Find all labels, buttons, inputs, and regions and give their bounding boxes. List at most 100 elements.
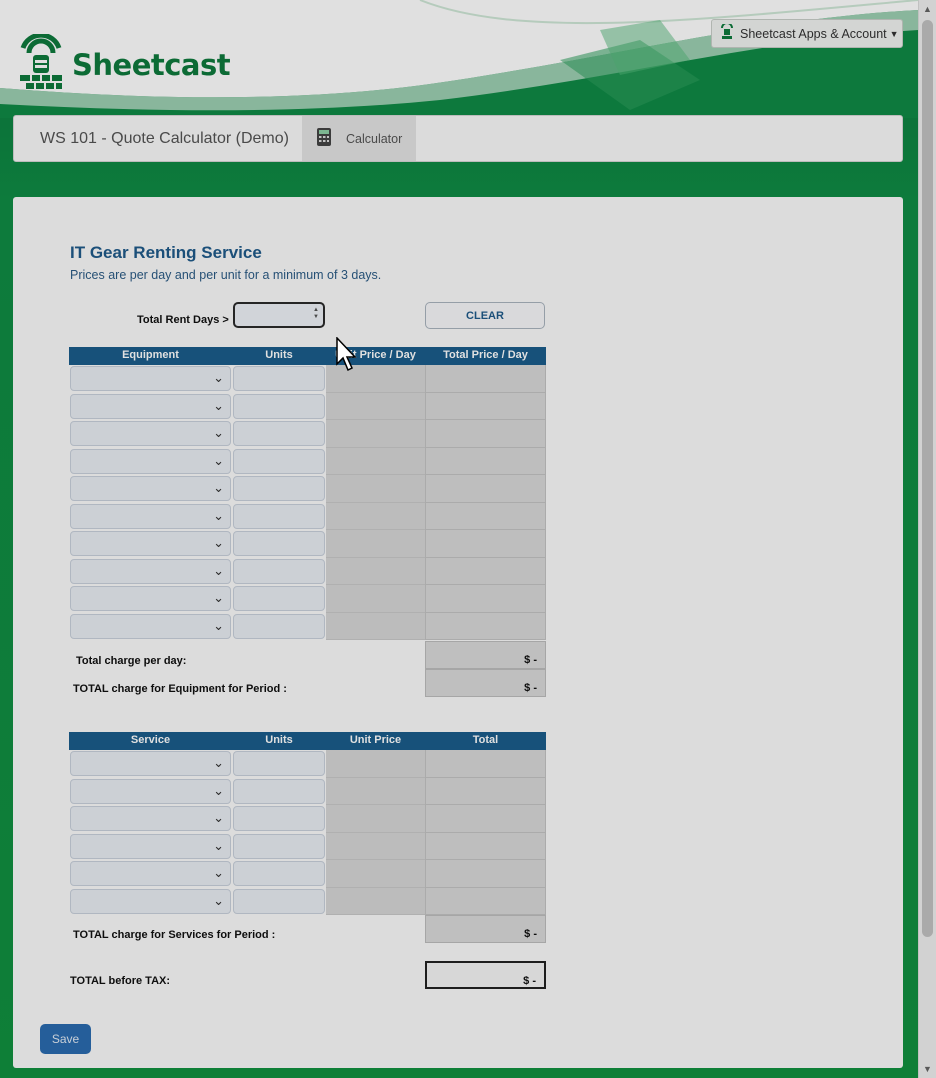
app-navbar: WS 101 - Quote Calculator (Demo) Calcula… — [13, 115, 903, 162]
service-unit-price-cell — [326, 860, 425, 888]
service-select[interactable]: ⌄ — [70, 751, 231, 776]
equipment-total-cell — [425, 475, 546, 503]
chevron-down-icon[interactable]: ⌄ — [213, 590, 224, 606]
services-period-label: TOTAL charge for Services for Period : — [73, 929, 276, 941]
equipment-units-input[interactable] — [233, 586, 325, 611]
equipment-select[interactable]: ⌄ — [70, 393, 231, 419]
equipment-unit-price-cell — [326, 502, 425, 530]
chevron-down-icon[interactable]: ⌄ — [213, 618, 224, 634]
col-service: Service — [130, 734, 171, 746]
total-before-tax-value: $ - — [425, 961, 546, 989]
equipment-row: ⌄ — [69, 392, 546, 420]
chevron-down-icon[interactable]: ⌄ — [213, 508, 224, 524]
sheetcast-logo[interactable]: Sheetcast — [16, 34, 231, 96]
service-select[interactable]: ⌄ — [70, 833, 231, 859]
chevron-down-icon[interactable]: ⌄ — [213, 893, 224, 909]
equipment-total-cell — [425, 530, 546, 558]
col-total-price-day: Total Price / Day — [443, 349, 528, 361]
equipment-select[interactable]: ⌄ — [70, 531, 231, 556]
sheetcast-small-icon — [720, 22, 734, 43]
equipment-units-input[interactable] — [233, 558, 325, 584]
service-unit-price-cell — [326, 750, 425, 778]
equipment-select[interactable]: ⌄ — [70, 503, 231, 529]
service-row: ⌄ — [69, 887, 546, 915]
equipment-units-input[interactable] — [233, 393, 325, 419]
total-before-tax-label: TOTAL before TAX: — [70, 975, 171, 987]
equipment-select[interactable]: ⌄ — [70, 366, 231, 391]
equipment-units-input[interactable] — [233, 448, 325, 474]
app-title: WS 101 - Quote Calculator (Demo) — [40, 129, 289, 147]
caret-down-icon: ▼ — [889, 28, 899, 39]
calculator-panel: IT Gear Renting Service Prices are per d… — [13, 197, 903, 1068]
clear-button[interactable]: CLEAR — [425, 302, 545, 329]
scroll-down-icon[interactable]: ▼ — [923, 1064, 932, 1074]
equipment-select[interactable]: ⌄ — [70, 586, 231, 611]
account-menu-label: Sheetcast Apps & Account — [740, 26, 887, 41]
chevron-down-icon[interactable]: ⌄ — [213, 425, 224, 441]
chevron-down-icon[interactable]: ⌄ — [213, 480, 224, 496]
service-unit-price-cell — [326, 887, 425, 915]
service-select[interactable]: ⌄ — [70, 888, 231, 914]
service-unit-price-cell — [326, 832, 425, 860]
equipment-select[interactable]: ⌄ — [70, 448, 231, 474]
equipment-select[interactable]: ⌄ — [70, 421, 231, 446]
service-total-cell — [425, 832, 546, 860]
col-units: Units — [265, 349, 293, 361]
equipment-unit-price-cell — [326, 392, 425, 420]
spinner-arrows-icon[interactable]: ▲ ▼ — [313, 307, 319, 321]
services-period-value: $ - — [425, 915, 546, 943]
chevron-down-icon[interactable]: ⌄ — [213, 563, 224, 579]
equipment-units-input[interactable] — [233, 366, 325, 391]
service-row: ⌄ — [69, 805, 546, 833]
service-units-input[interactable] — [233, 751, 325, 776]
chevron-down-icon[interactable]: ⌄ — [213, 838, 224, 854]
service-units-input[interactable] — [233, 888, 325, 914]
service-row: ⌄ — [69, 750, 546, 778]
chevron-down-icon[interactable]: ⌄ — [213, 810, 224, 826]
equipment-total-cell — [425, 420, 546, 448]
chevron-down-icon[interactable]: ⌄ — [213, 370, 224, 386]
equipment-total-cell — [425, 502, 546, 530]
rent-days-input[interactable]: ▲ ▼ — [233, 302, 325, 328]
service-select[interactable]: ⌄ — [70, 778, 231, 804]
equipment-units-input[interactable] — [233, 421, 325, 446]
form-title: IT Gear Renting Service — [70, 243, 262, 262]
chevron-down-icon[interactable]: ⌄ — [213, 755, 224, 771]
service-units-input[interactable] — [233, 833, 325, 859]
equipment-unit-price-cell — [326, 585, 425, 613]
chevron-down-icon[interactable]: ⌄ — [213, 535, 224, 551]
tab-calculator-label: Calculator — [346, 131, 403, 146]
chevron-down-icon[interactable]: ⌄ — [213, 783, 224, 799]
chevron-down-icon[interactable]: ⌄ — [213, 398, 224, 414]
equipment-select[interactable]: ⌄ — [70, 613, 231, 639]
equipment-row: ⌄ — [69, 447, 546, 475]
service-units-input[interactable] — [233, 861, 325, 886]
service-units-input[interactable] — [233, 806, 325, 831]
tab-calculator[interactable]: Calculator — [302, 116, 417, 161]
equipment-units-input[interactable] — [233, 503, 325, 529]
col-service-unit-price: Unit Price — [349, 734, 402, 746]
equipment-row: ⌄ — [69, 585, 546, 613]
service-select[interactable]: ⌄ — [70, 861, 231, 886]
equipment-unit-price-cell — [326, 530, 425, 558]
vertical-scrollbar[interactable]: ▲ ▼ — [918, 0, 936, 1078]
equipment-select[interactable]: ⌄ — [70, 476, 231, 501]
equipment-select[interactable]: ⌄ — [70, 558, 231, 584]
calculator-icon — [316, 127, 332, 150]
equipment-units-input[interactable] — [233, 613, 325, 639]
scroll-up-icon[interactable]: ▲ — [923, 4, 932, 14]
save-button[interactable]: Save — [40, 1024, 91, 1054]
scrollbar-thumb[interactable] — [922, 20, 933, 937]
chevron-down-icon[interactable]: ⌄ — [213, 453, 224, 469]
chevron-down-icon[interactable]: ⌄ — [213, 865, 224, 881]
equipment-period-label: TOTAL charge for Equipment for Period : — [73, 683, 287, 695]
equipment-units-input[interactable] — [233, 531, 325, 556]
equipment-unit-price-cell — [326, 557, 425, 585]
service-total-cell — [425, 750, 546, 778]
equipment-units-input[interactable] — [233, 476, 325, 501]
service-select[interactable]: ⌄ — [70, 806, 231, 831]
col-equipment: Equipment — [122, 349, 179, 361]
account-menu-button[interactable]: Sheetcast Apps & Account ▼ — [711, 19, 903, 48]
equipment-row: ⌄ — [69, 612, 546, 640]
service-units-input[interactable] — [233, 778, 325, 804]
